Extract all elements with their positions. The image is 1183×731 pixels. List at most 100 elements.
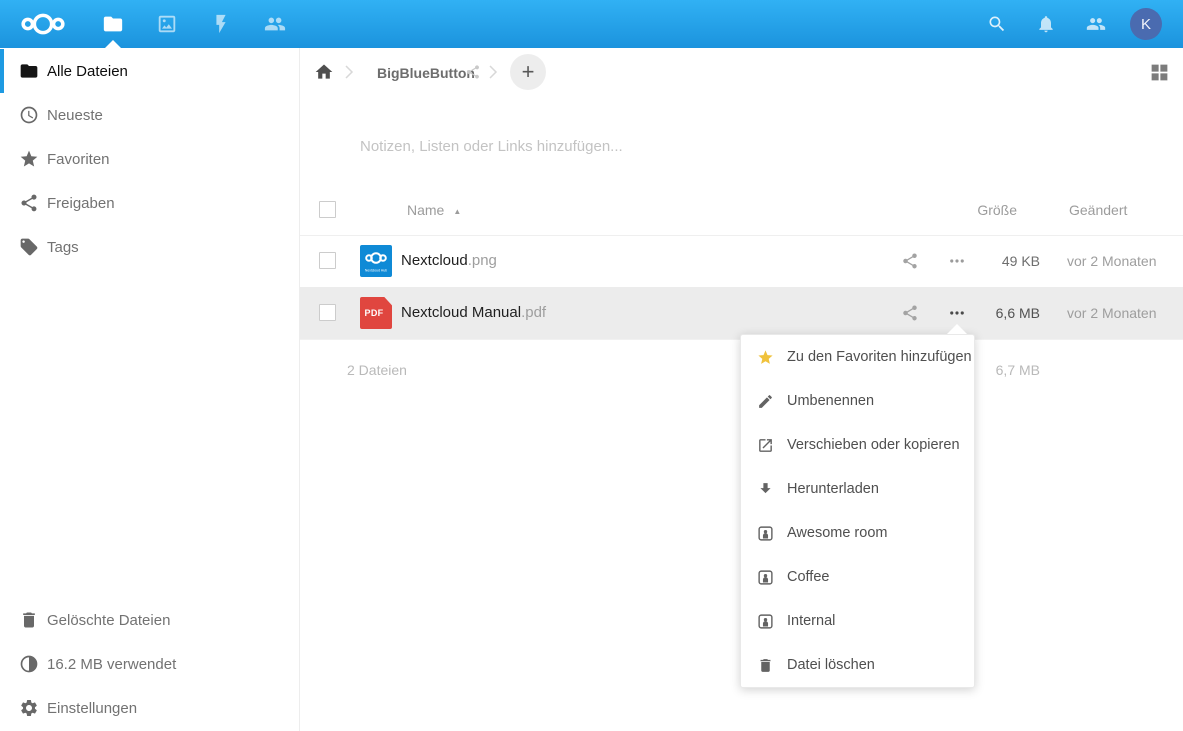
sidebar: Alle Dateien Neueste Favoriten Freigaben bbox=[0, 48, 300, 731]
sidebar-item-quota[interactable]: 16.2 MB verwendet bbox=[0, 642, 299, 686]
file-extension: .png bbox=[468, 252, 497, 269]
sidebar-nav: Alle Dateien Neueste Favoriten Freigaben bbox=[0, 49, 299, 269]
breadcrumb-current-folder[interactable]: BigBlueButton bbox=[377, 65, 475, 81]
file-name[interactable]: Nextcloud.png bbox=[401, 235, 497, 287]
menu-item-label: Datei löschen bbox=[787, 657, 875, 673]
app-tab-contacts[interactable] bbox=[253, 0, 297, 48]
room-icon bbox=[757, 569, 774, 586]
menu-item-label: Herunterladen bbox=[787, 481, 879, 497]
column-header-modified[interactable]: Geändert bbox=[1069, 185, 1127, 235]
row-share-icon[interactable] bbox=[901, 304, 919, 322]
file-name[interactable]: Nextcloud Manual.pdf bbox=[401, 287, 546, 339]
sidebar-footer: Gelöschte Dateien 16.2 MB verwendet Eins… bbox=[0, 598, 299, 730]
summary-file-count: 2 Dateien bbox=[347, 339, 407, 401]
file-row-nextcloud-manual-pdf[interactable]: PDF Nextcloud Manual.pdf 6,6 MB vor 2 Mo… bbox=[300, 287, 1183, 340]
app-tab-photos[interactable] bbox=[145, 0, 189, 48]
star-icon bbox=[19, 149, 39, 169]
clock-icon bbox=[19, 105, 39, 125]
file-row-nextcloud-png[interactable]: Nextcloud Hub Nextcloud.png 49 KB vor 2 … bbox=[300, 235, 1183, 288]
menu-item-label: Verschieben oder kopieren bbox=[787, 437, 960, 453]
thumbnail-caption: Nextcloud Hub bbox=[365, 269, 387, 273]
share-icon bbox=[19, 193, 39, 213]
menu-item-coffee-room[interactable]: Coffee bbox=[741, 555, 974, 599]
summary-total-size: 6,7 MB bbox=[996, 339, 1040, 401]
contacts-menu-icon[interactable] bbox=[1086, 14, 1106, 34]
quota-icon bbox=[19, 654, 39, 674]
search-icon[interactable] bbox=[987, 14, 1007, 34]
notifications-bell-icon[interactable] bbox=[1036, 14, 1056, 34]
sidebar-item-settings[interactable]: Einstellungen bbox=[0, 686, 299, 730]
avatar-letter: K bbox=[1141, 16, 1151, 33]
nextcloud-image-thumbnail: Nextcloud Hub bbox=[360, 245, 392, 277]
menu-item-download[interactable]: Herunterladen bbox=[741, 467, 974, 511]
sidebar-item-shares[interactable]: Freigaben bbox=[0, 181, 299, 225]
column-header-name[interactable]: Name bbox=[407, 185, 461, 238]
user-avatar[interactable]: K bbox=[1130, 8, 1162, 40]
breadcrumb-share-icon[interactable] bbox=[465, 64, 481, 80]
file-modified: vor 2 Monaten bbox=[1067, 287, 1157, 339]
row-share-icon[interactable] bbox=[901, 252, 919, 270]
context-menu-arrow bbox=[947, 324, 967, 334]
nextcloud-logo[interactable] bbox=[12, 10, 74, 38]
file-actions-context-menu: Zu den Favoriten hinzufügen Umbenennen V… bbox=[740, 334, 975, 688]
sidebar-item-label: Neueste bbox=[47, 107, 103, 124]
sidebar-item-deleted-files[interactable]: Gelöschte Dateien bbox=[0, 598, 299, 642]
move-copy-icon bbox=[757, 437, 774, 454]
menu-item-label: Internal bbox=[787, 613, 835, 629]
row-actions-menu-icon[interactable] bbox=[948, 304, 966, 322]
folder-icon bbox=[19, 61, 39, 81]
top-bar: K bbox=[0, 0, 1183, 48]
sidebar-item-label: Einstellungen bbox=[47, 700, 137, 717]
photos-icon bbox=[156, 13, 178, 35]
new-file-button[interactable]: + bbox=[510, 54, 546, 90]
sidebar-item-label: Freigaben bbox=[47, 195, 115, 212]
menu-item-label: Zu den Favoriten hinzufügen bbox=[787, 349, 972, 365]
menu-item-rename[interactable]: Umbenennen bbox=[741, 379, 974, 423]
sidebar-item-favorites[interactable]: Favoriten bbox=[0, 137, 299, 181]
notes-input[interactable]: Notizen, Listen oder Links hinzufügen... bbox=[360, 138, 623, 155]
pdf-file-icon: PDF bbox=[360, 297, 392, 329]
file-modified: vor 2 Monaten bbox=[1067, 235, 1157, 287]
sidebar-item-label: 16.2 MB verwendet bbox=[47, 656, 176, 673]
app-tab-activity[interactable] bbox=[199, 0, 243, 48]
menu-item-internal-room[interactable]: Internal bbox=[741, 599, 974, 643]
pencil-icon bbox=[757, 393, 774, 410]
contacts-icon bbox=[264, 13, 286, 35]
column-header-size[interactable]: Größe bbox=[977, 185, 1017, 235]
trash-icon bbox=[757, 657, 774, 674]
menu-item-awesome-room[interactable]: Awesome room bbox=[741, 511, 974, 555]
menu-item-move-or-copy[interactable]: Verschieben oder kopieren bbox=[741, 423, 974, 467]
file-size: 49 KB bbox=[1002, 235, 1040, 287]
room-icon bbox=[757, 525, 774, 542]
settings-gear-icon bbox=[19, 698, 39, 718]
home-icon[interactable] bbox=[314, 62, 334, 82]
star-icon bbox=[757, 349, 774, 366]
activity-lightning-icon bbox=[210, 13, 232, 35]
sidebar-item-tags[interactable]: Tags bbox=[0, 225, 299, 269]
plus-icon: + bbox=[522, 59, 535, 85]
sidebar-item-recent[interactable]: Neueste bbox=[0, 93, 299, 137]
menu-item-add-to-favorites[interactable]: Zu den Favoriten hinzufügen bbox=[741, 335, 974, 379]
files-folder-icon bbox=[102, 13, 124, 35]
sidebar-item-label: Tags bbox=[47, 239, 79, 256]
file-size: 6,6 MB bbox=[996, 287, 1040, 339]
menu-item-delete-file[interactable]: Datei löschen bbox=[741, 643, 974, 687]
sidebar-item-label: Favoriten bbox=[47, 151, 110, 168]
pdf-label: PDF bbox=[365, 308, 384, 318]
chevron-right-icon bbox=[339, 62, 359, 82]
row-actions-menu-icon[interactable] bbox=[948, 252, 966, 270]
file-extension: .pdf bbox=[521, 304, 546, 321]
download-icon bbox=[757, 481, 774, 498]
menu-item-label: Coffee bbox=[787, 569, 829, 585]
select-all-checkbox[interactable] bbox=[319, 201, 336, 218]
room-icon bbox=[757, 613, 774, 630]
tag-icon bbox=[19, 237, 39, 257]
row-checkbox[interactable] bbox=[319, 252, 336, 269]
sidebar-item-label: Gelöschte Dateien bbox=[47, 612, 170, 629]
sidebar-item-all-files[interactable]: Alle Dateien bbox=[0, 49, 299, 93]
sidebar-item-label: Alle Dateien bbox=[47, 63, 128, 80]
trash-icon bbox=[19, 610, 39, 630]
grid-view-icon[interactable] bbox=[1149, 62, 1170, 83]
row-checkbox[interactable] bbox=[319, 304, 336, 321]
chevron-right-icon bbox=[483, 62, 503, 82]
